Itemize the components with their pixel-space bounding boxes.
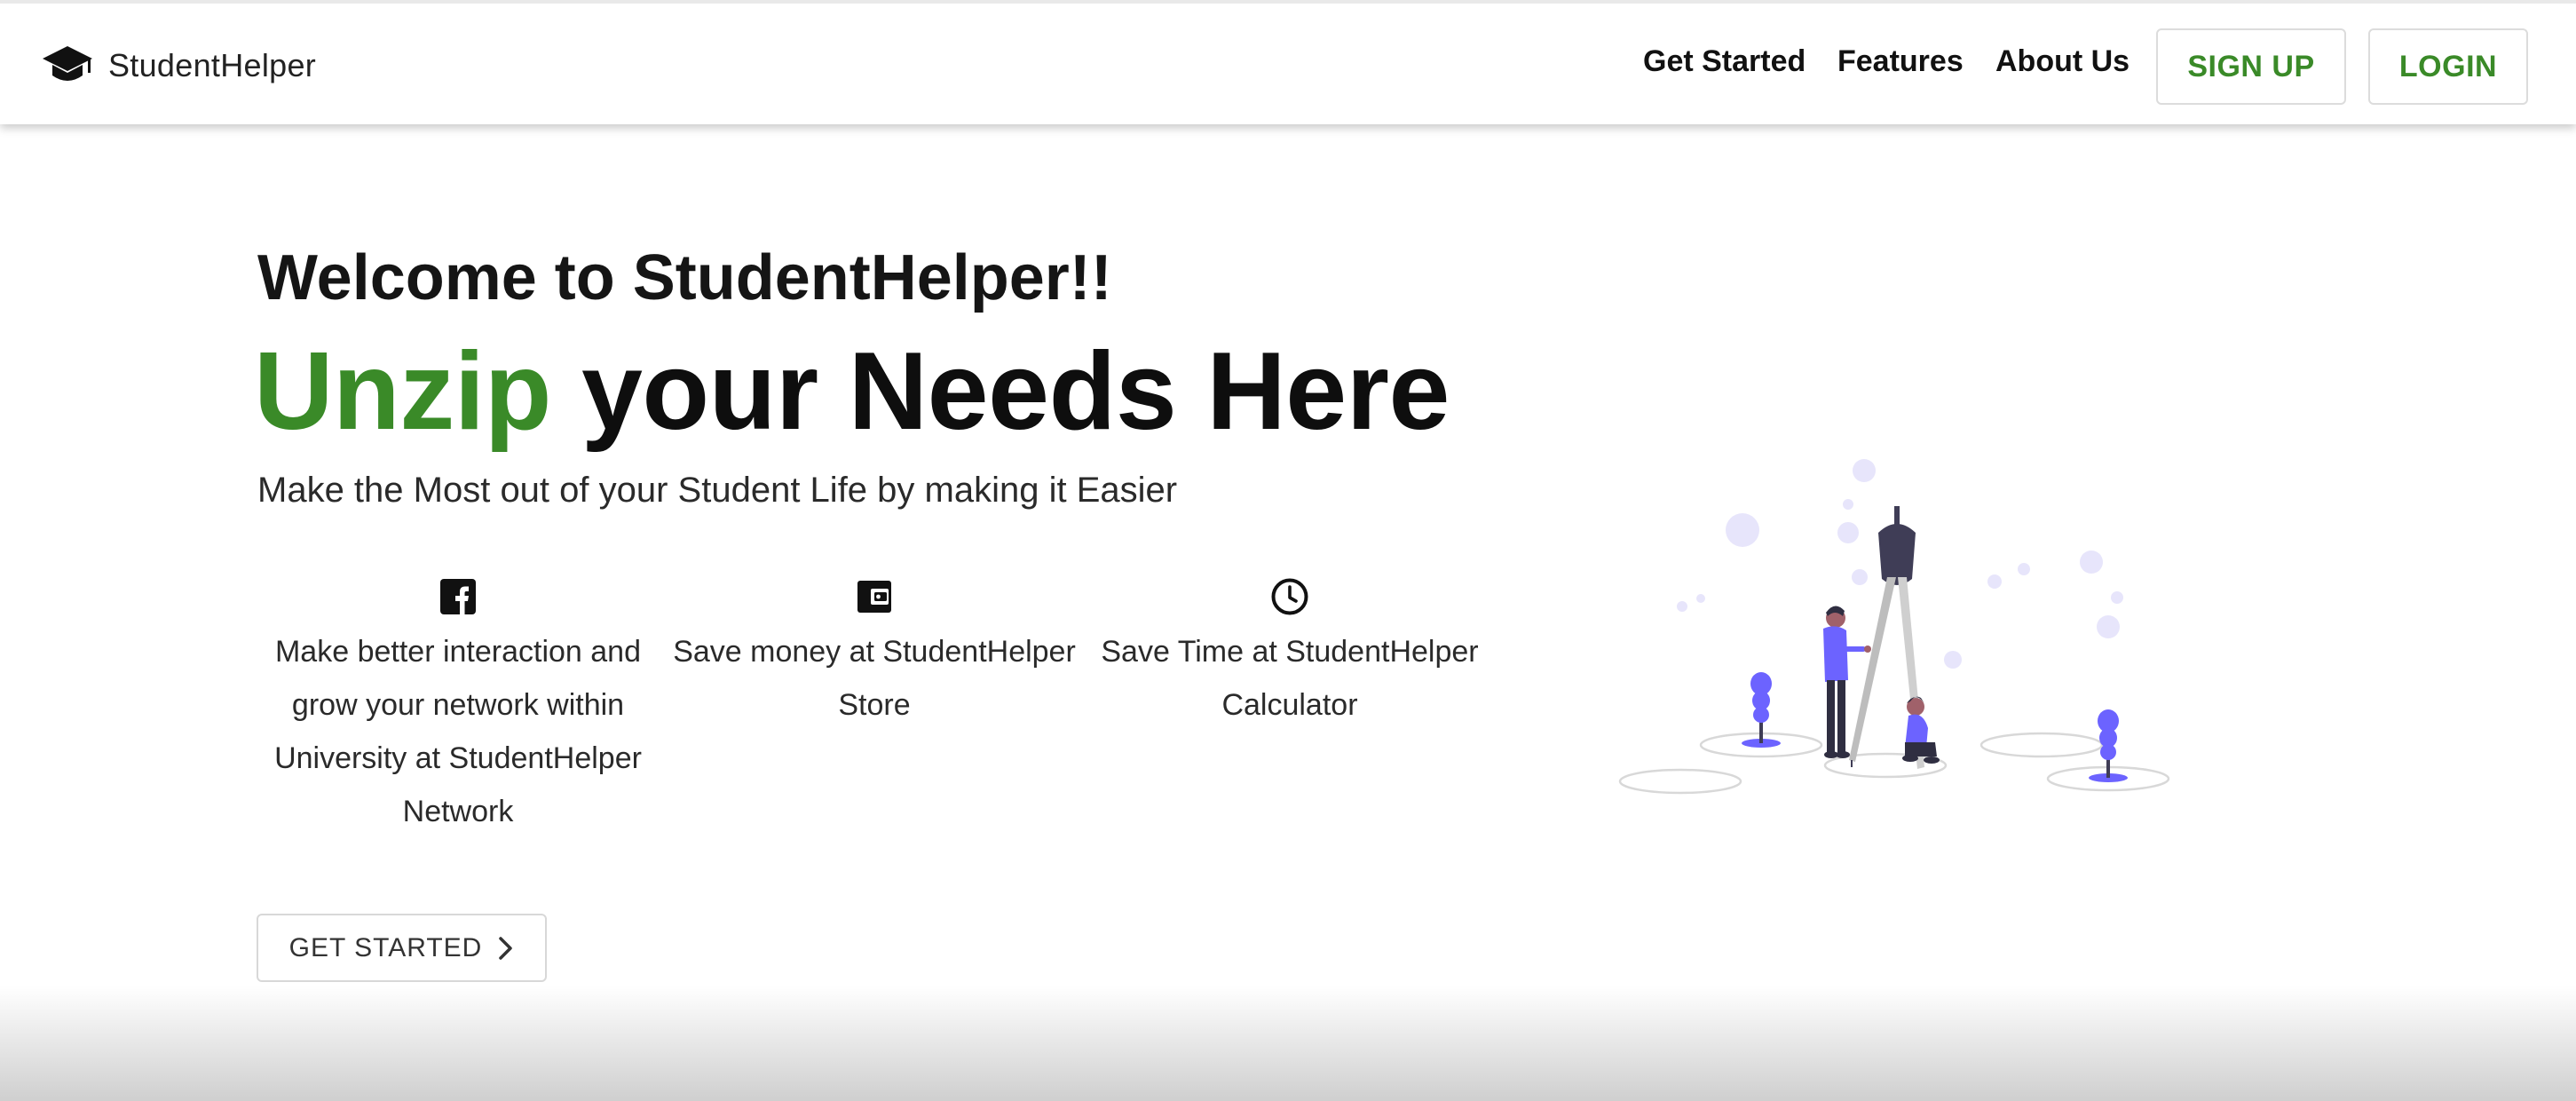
bottom-fade-shadow (0, 986, 2576, 1101)
feature-network-text: Make better interaction and grow your ne… (274, 635, 642, 828)
compass-illustration (1618, 459, 2170, 795)
feature-store: Save money at StudentHelper Store (666, 577, 1083, 732)
signup-button[interactable]: SIGN UP (2156, 28, 2346, 105)
plant-right (2089, 709, 2128, 782)
hero-headline: Unzip your Needs Here (254, 329, 1450, 455)
nav-get-started-link[interactable]: Get Started (1643, 44, 1806, 79)
nav-features-link[interactable]: Features (1837, 44, 1964, 79)
headline-rest: your Needs Here (551, 330, 1450, 453)
welcome-heading: Welcome to StudentHelper!! (257, 242, 1112, 313)
plant-left (1742, 672, 1781, 748)
feature-calculator-text: Save Time at StudentHelper Calculator (1101, 635, 1479, 722)
nav-about-us-link[interactable]: About Us (1995, 44, 2130, 79)
ground-ellipses (1618, 732, 2170, 795)
person-standing (1823, 606, 1871, 758)
get-started-label: GET STARTED (288, 932, 483, 962)
feature-store-text: Save money at StudentHelper Store (673, 635, 1076, 722)
clock-icon (1271, 578, 1308, 615)
login-button[interactable]: LOGIN (2368, 28, 2528, 105)
brand-logo-link[interactable]: StudentHelper (41, 41, 316, 91)
feature-calculator: Save Time at StudentHelper Calculator (1081, 577, 1498, 732)
feature-network: Make better interaction and grow your ne… (249, 577, 667, 838)
wallet-icon (857, 581, 891, 613)
chevron-right-icon (499, 936, 513, 960)
top-navbar: StudentHelper Get Started Features About… (0, 0, 2576, 124)
brand-name: StudentHelper (108, 47, 317, 83)
graduation-cap-icon (43, 46, 92, 81)
person-crouching (1902, 696, 1940, 764)
get-started-button[interactable]: GET STARTED (257, 914, 547, 982)
facebook-icon (440, 579, 476, 614)
hero-subline: Make the Most out of your Student Life b… (257, 471, 1178, 510)
headline-accent-word: Unzip (254, 330, 552, 453)
